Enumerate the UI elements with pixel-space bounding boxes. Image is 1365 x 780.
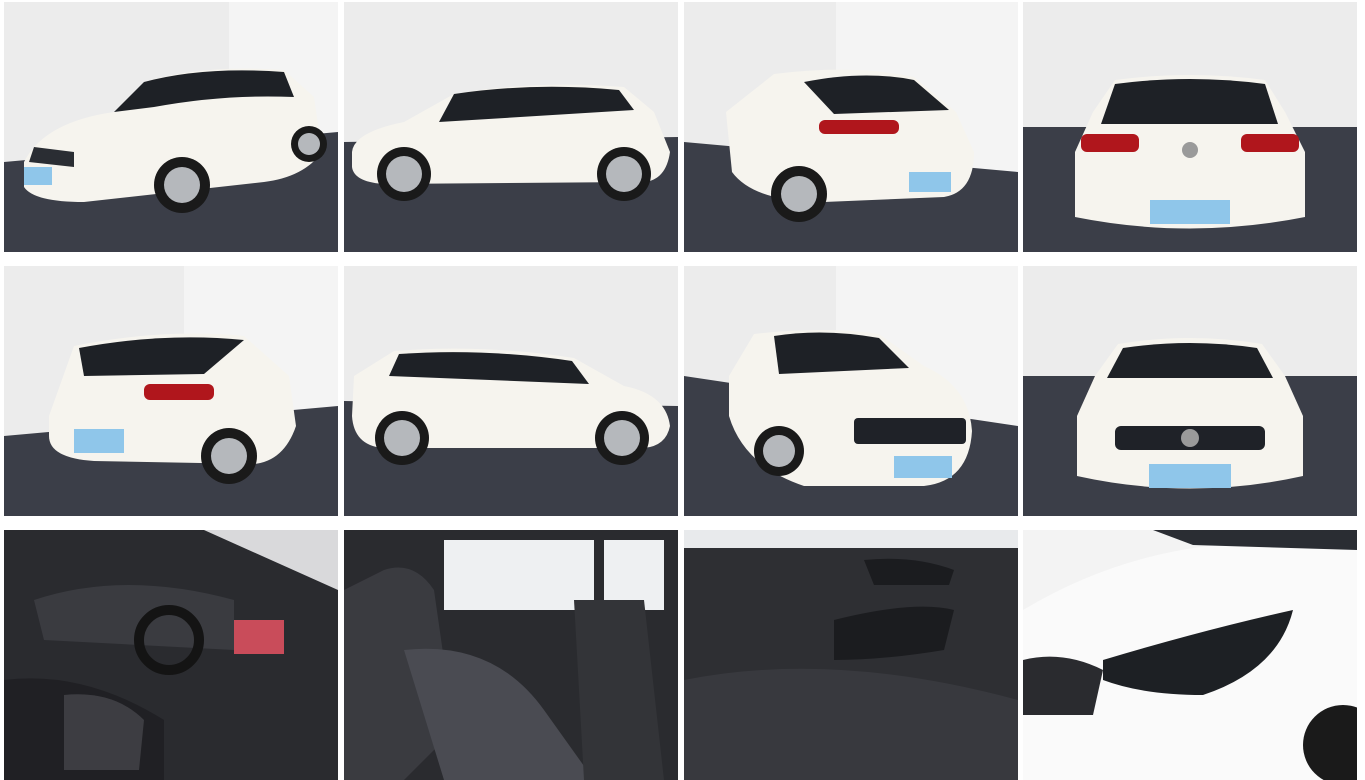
photo-rear[interactable] — [1023, 2, 1357, 252]
photo-front-left[interactable] — [4, 2, 338, 252]
photo-rear-left[interactable] — [684, 2, 1018, 252]
photo-gallery — [0, 0, 1365, 780]
cockpit-image — [4, 530, 338, 780]
car-front-image — [1023, 266, 1357, 516]
photo-side-right[interactable] — [344, 266, 678, 516]
car-rear-right-image — [4, 266, 338, 516]
car-side-right-image — [344, 266, 678, 516]
photo-headlight-detail[interactable] — [1023, 530, 1357, 780]
headlight-detail-image — [1023, 530, 1357, 780]
photo-front[interactable] — [1023, 266, 1357, 516]
photo-front-right[interactable] — [684, 266, 1018, 516]
photo-side-left[interactable] — [344, 2, 678, 252]
photo-door-panel[interactable] — [684, 530, 1018, 780]
car-rear-image — [1023, 2, 1357, 252]
car-front-right-image — [684, 266, 1018, 516]
car-front-left-image — [4, 2, 338, 252]
photo-cockpit[interactable] — [4, 530, 338, 780]
photo-rear-right[interactable] — [4, 266, 338, 516]
rear-seats-image — [344, 530, 678, 780]
car-side-left-image — [344, 2, 678, 252]
photo-rear-seats[interactable] — [344, 530, 678, 780]
door-panel-image — [684, 530, 1018, 780]
car-rear-left-image — [684, 2, 1018, 252]
